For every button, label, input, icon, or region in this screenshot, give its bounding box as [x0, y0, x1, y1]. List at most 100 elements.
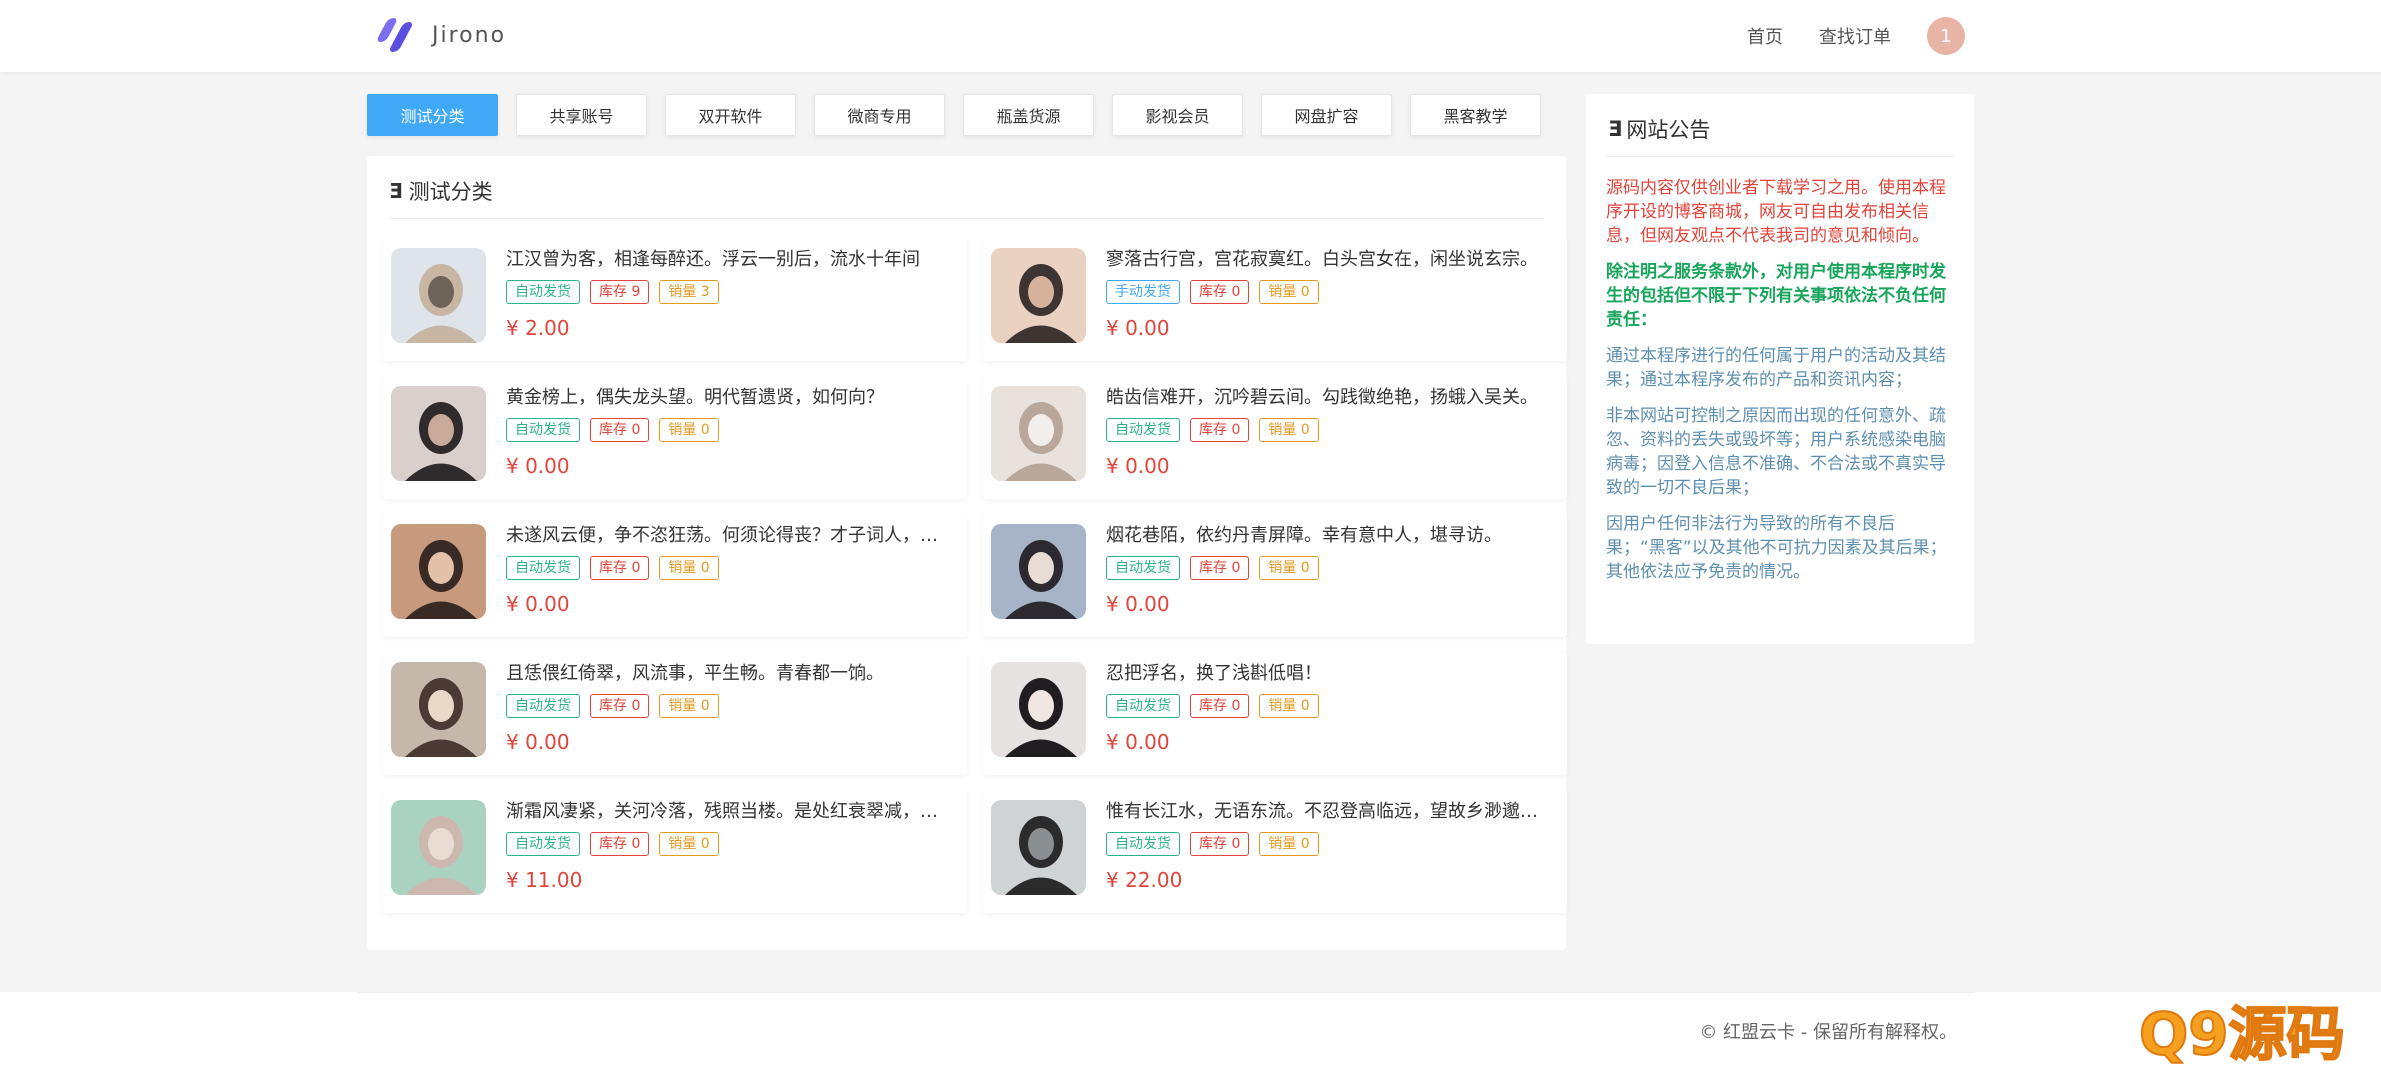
product-price: ¥ 22.00 — [1106, 868, 1183, 892]
product-card[interactable]: 烟花巷陌，依约丹青屏障。幸有意中人，堪寻访。 自动发货 库存 0 销量 0 ¥ … — [983, 514, 1567, 637]
stock-badge: 库存 0 — [590, 832, 650, 856]
delivery-badge: 自动发货 — [1106, 418, 1180, 442]
tab-wechat-business[interactable]: 微商专用 — [814, 94, 945, 136]
notice-body: 源码内容仅供创业者下载学习之用。使用本程序开设的博客商城，网友可自由发布相关信息… — [1606, 176, 1952, 596]
product-price: ¥ 0.00 — [1106, 592, 1170, 616]
delivery-badge: 自动发货 — [506, 280, 580, 304]
product-panel: Ǝ 测试分类 江汉曾为客，相逢每醉还。浮云一别后，流水十年间 自动发货 库存 9… — [367, 156, 1567, 950]
product-tags: 自动发货 库存 9 销量 3 — [506, 280, 955, 304]
product-tags: 自动发货 库存 0 销量 0 — [506, 418, 955, 442]
sales-badge: 销量 3 — [659, 280, 719, 304]
product-price: ¥ 0.00 — [506, 592, 570, 616]
tab-cloud-expansion[interactable]: 网盘扩容 — [1261, 94, 1392, 136]
product-tags: 自动发货 库存 0 销量 0 — [1106, 694, 1555, 718]
stock-badge: 库存 0 — [1190, 418, 1250, 442]
top-nav: 首页 查找订单 1 — [1711, 0, 1965, 72]
divider — [1606, 156, 1954, 157]
product-title[interactable]: 江汉曾为客，相逢每醉还。浮云一别后，流水十年间 — [506, 248, 955, 272]
product-title[interactable]: 烟花巷陌，依约丹青屏障。幸有意中人，堪寻访。 — [1106, 524, 1555, 548]
product-tags: 手动发货 库存 0 销量 0 — [1106, 280, 1555, 304]
divider — [389, 218, 1544, 219]
tab-shared-accounts[interactable]: 共享账号 — [516, 94, 647, 136]
list-icon: Ǝ — [389, 179, 403, 203]
sales-badge: 销量 0 — [659, 556, 719, 580]
product-card[interactable]: 皓齿信难开，沉吟碧云间。勾践徵绝艳，扬蛾入吴关。 自动发货 库存 0 销量 0 … — [983, 376, 1567, 499]
notice-panel: Ǝ 网站公告 源码内容仅供创业者下载学习之用。使用本程序开设的博客商城，网友可自… — [1586, 94, 1974, 644]
sales-badge: 销量 0 — [1259, 694, 1319, 718]
product-title[interactable]: 黄金榜上，偶失龙头望。明代暂遗贤，如何向？ — [506, 386, 955, 410]
product-price: ¥ 0.00 — [506, 730, 570, 754]
product-tags: 自动发货 库存 0 销量 0 — [506, 556, 955, 580]
notice-header: Ǝ 网站公告 — [1608, 114, 1710, 144]
sales-badge: 销量 0 — [659, 832, 719, 856]
product-card[interactable]: 渐霜风凄紧，关河冷落，残照当楼。是处红衰翠减，苒苒物华休。 自动发货 库存 0 … — [383, 790, 967, 913]
product-card[interactable]: 且恁偎红倚翠，风流事，平生畅。青春都一饷。 自动发货 库存 0 销量 0 ¥ 0… — [383, 652, 967, 775]
notice-paragraph: 源码内容仅供创业者下载学习之用。使用本程序开设的博客商城，网友可自由发布相关信息… — [1606, 178, 1946, 246]
delivery-badge: 自动发货 — [506, 694, 580, 718]
tab-test-category[interactable]: 测试分类 — [367, 94, 498, 136]
delivery-badge: 自动发货 — [506, 556, 580, 580]
product-tags: 自动发货 库存 0 销量 0 — [506, 694, 955, 718]
product-tags: 自动发货 库存 0 销量 0 — [1106, 418, 1555, 442]
product-title[interactable]: 寥落古行宫，宫花寂寞红。白头宫女在，闲坐说玄宗。 — [1106, 248, 1555, 272]
product-title[interactable]: 惟有长江水，无语东流。不忍登高临远，望故乡渺邈，归思难收。 — [1106, 800, 1555, 824]
notice-paragraph: 因用户任何非法行为导致的所有不良后果；“黑客”以及其他不可抗力因素及其后果；其他… — [1606, 514, 1947, 582]
user-avatar[interactable]: 1 — [1927, 17, 1965, 55]
notice-title: 网站公告 — [1626, 118, 1711, 142]
product-grid: 江汉曾为客，相逢每醉还。浮云一别后，流水十年间 自动发货 库存 9 销量 3 ¥… — [383, 238, 1567, 928]
list-icon: Ǝ — [1608, 117, 1623, 141]
copyright-text: © 红盟云卡 - 保留所有解释权。 — [1699, 1022, 1957, 1043]
product-card[interactable]: 惟有长江水，无语东流。不忍登高临远，望故乡渺邈，归思难收。 自动发货 库存 0 … — [983, 790, 1567, 913]
sales-badge: 销量 0 — [1259, 832, 1319, 856]
product-card[interactable]: 江汉曾为客，相逢每醉还。浮云一别后，流水十年间 自动发货 库存 9 销量 3 ¥… — [383, 238, 967, 361]
product-image — [391, 800, 486, 895]
tab-video-membership[interactable]: 影视会员 — [1112, 94, 1243, 136]
product-card[interactable]: 未遂风云便，争不恣狂荡。何须论得丧？才子词人，自是白衣卿相。 自动发货 库存 0… — [383, 514, 967, 637]
tab-bottle-cap-source[interactable]: 瓶盖货源 — [963, 94, 1094, 136]
product-price: ¥ 0.00 — [506, 454, 570, 478]
product-price: ¥ 2.00 — [506, 316, 570, 340]
product-tags: 自动发货 库存 0 销量 0 — [1106, 556, 1555, 580]
stock-badge: 库存 0 — [1190, 832, 1250, 856]
brand-logo[interactable]: Jirono — [374, 16, 506, 54]
product-title[interactable]: 忍把浮名，换了浅斟低唱！ — [1106, 662, 1555, 686]
tab-dual-software[interactable]: 双开软件 — [665, 94, 796, 136]
product-image — [391, 386, 486, 481]
sales-badge: 销量 0 — [1259, 418, 1319, 442]
product-card[interactable]: 寥落古行宫，宫花寂寞红。白头宫女在，闲坐说玄宗。 手动发货 库存 0 销量 0 … — [983, 238, 1567, 361]
product-image — [991, 386, 1086, 481]
product-price: ¥ 11.00 — [506, 868, 583, 892]
notice-paragraph: 非本网站可控制之原因而出现的任何意外、疏忽、资料的丢失或毁坏等；用户系统感染电脑… — [1606, 406, 1946, 498]
product-title[interactable]: 且恁偎红倚翠，风流事，平生畅。青春都一饷。 — [506, 662, 955, 686]
logo-icon — [374, 16, 416, 54]
delivery-badge: 手动发货 — [1106, 280, 1180, 304]
product-image — [991, 248, 1086, 343]
stock-badge: 库存 0 — [1190, 556, 1250, 580]
product-title[interactable]: 皓齿信难开，沉吟碧云间。勾践徵绝艳，扬蛾入吴关。 — [1106, 386, 1555, 410]
product-image — [391, 524, 486, 619]
stock-badge: 库存 0 — [590, 556, 650, 580]
stock-badge: 库存 0 — [1190, 280, 1250, 304]
product-image — [991, 662, 1086, 757]
top-header: Jirono 首页 查找订单 1 — [0, 0, 2381, 72]
delivery-badge: 自动发货 — [1106, 694, 1180, 718]
tab-hacker-tutorial[interactable]: 黑客教学 — [1410, 94, 1541, 136]
nav-home-link[interactable]: 首页 — [1747, 23, 1783, 49]
panel-title: 测试分类 — [408, 180, 493, 204]
product-image — [991, 524, 1086, 619]
product-image — [391, 662, 486, 757]
product-price: ¥ 0.00 — [1106, 454, 1170, 478]
brand-name: Jirono — [432, 22, 507, 48]
product-title[interactable]: 未遂风云便，争不恣狂荡。何须论得丧？才子词人，自是白衣卿相。 — [506, 524, 955, 548]
stock-badge: 库存 9 — [590, 280, 650, 304]
nav-find-order-link[interactable]: 查找订单 — [1819, 23, 1891, 49]
product-card[interactable]: 黄金榜上，偶失龙头望。明代暂遗贤，如何向？ 自动发货 库存 0 销量 0 ¥ 0… — [383, 376, 967, 499]
notice-paragraph: 除注明之服务条款外，对用户使用本程序时发生的包括但不限于下列有关事项依法不负任何… — [1606, 262, 1946, 330]
stock-badge: 库存 0 — [1190, 694, 1250, 718]
stock-badge: 库存 0 — [590, 418, 650, 442]
product-price: ¥ 0.00 — [1106, 730, 1170, 754]
delivery-badge: 自动发货 — [506, 418, 580, 442]
product-card[interactable]: 忍把浮名，换了浅斟低唱！ 自动发货 库存 0 销量 0 ¥ 0.00 — [983, 652, 1567, 775]
product-title[interactable]: 渐霜风凄紧，关河冷落，残照当楼。是处红衰翠减，苒苒物华休。 — [506, 800, 955, 824]
stock-badge: 库存 0 — [590, 694, 650, 718]
